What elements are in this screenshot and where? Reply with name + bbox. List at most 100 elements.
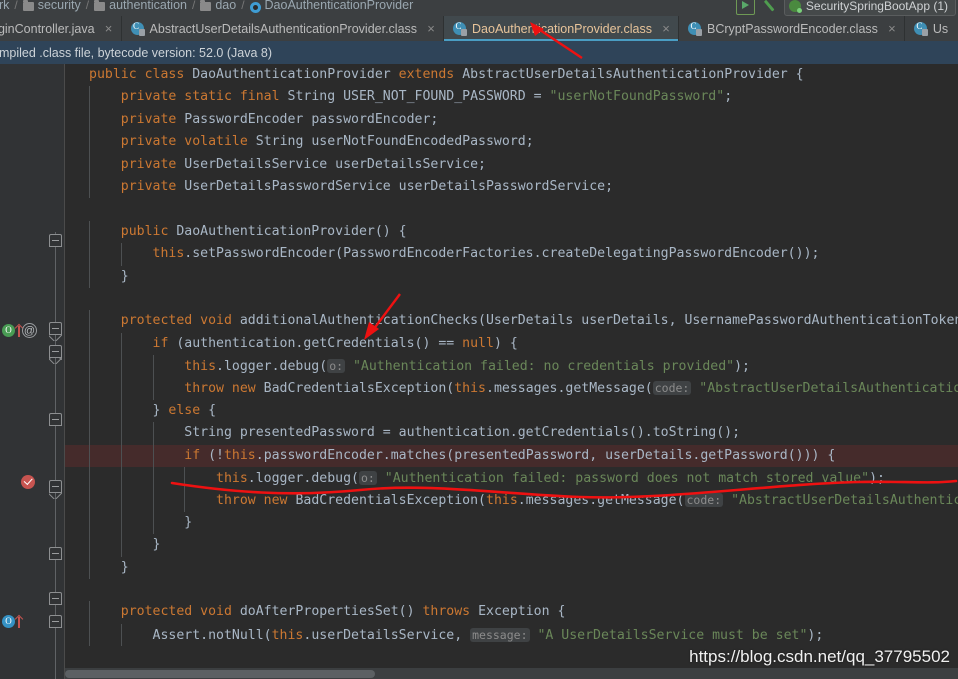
- indent-guide: [152, 511, 154, 535]
- code-token: doAfterPropertiesSet(): [239, 604, 423, 620]
- scrollbar-thumb[interactable]: [65, 670, 375, 678]
- horizontal-scrollbar[interactable]: [65, 668, 958, 679]
- breadcrumb-separator: /: [241, 0, 245, 12]
- hammer-icon[interactable]: [758, 0, 781, 16]
- close-icon[interactable]: ×: [426, 22, 436, 35]
- code-token: this: [184, 359, 217, 375]
- code-line: throw new BadCredentialsException(this.m…: [65, 377, 958, 400]
- code-token: class: [144, 67, 193, 82]
- breadcrumb-item-0[interactable]: ork: [0, 0, 9, 12]
- run-configuration-selector[interactable]: SecuritySpringBootApp (1): [783, 0, 956, 16]
- breadcrumb-label: dao: [215, 0, 237, 12]
- code-token: "A UserDetailsService must be set": [529, 627, 808, 643]
- code-line: private UserDetailsService userDetailsSe…: [65, 153, 958, 176]
- code-token: private: [120, 134, 185, 150]
- close-icon[interactable]: ×: [661, 22, 671, 35]
- override-icon: O: [2, 615, 15, 628]
- code-token: this: [223, 447, 256, 463]
- fold-toggle[interactable]: [49, 413, 62, 426]
- override-marker-additional-authentication-checks[interactable]: O: [2, 324, 23, 337]
- folder-icon: [94, 0, 106, 11]
- code-token: );: [734, 359, 750, 375]
- code-line: this.setPasswordEncoder(PasswordEncoderF…: [65, 243, 958, 266]
- code-token: {: [208, 402, 217, 418]
- class-file-icon: [130, 21, 145, 36]
- code-text-area[interactable]: public class DaoAuthenticationProvider e…: [65, 64, 958, 679]
- editor-gutter[interactable]: O @ O: [0, 64, 46, 679]
- code-line: }: [65, 534, 958, 557]
- code-folding-strip[interactable]: [46, 64, 65, 679]
- fold-toggle[interactable]: [49, 615, 62, 628]
- code-token: );: [807, 627, 824, 643]
- code-token: throw: [184, 381, 232, 397]
- breadcrumb-item-2[interactable]: authentication: [94, 0, 187, 12]
- breadcrumb-item-1[interactable]: security: [22, 0, 81, 12]
- code-line: throw new BadCredentialsException(this.m…: [65, 489, 958, 512]
- breadcrumb-item-4[interactable]: DaoAuthenticationProvider: [249, 0, 414, 13]
- close-icon[interactable]: ×: [887, 22, 897, 35]
- code-token: protected: [120, 313, 201, 329]
- code-line-text: String presentedPassword = authenticatio…: [184, 425, 740, 440]
- run-configuration-label: SecuritySpringBootApp (1): [805, 0, 948, 13]
- annotation-at-marker[interactable]: @: [22, 323, 37, 338]
- fold-end-marker: [49, 493, 62, 499]
- fold-toggle[interactable]: [49, 592, 62, 605]
- code-token: this: [486, 493, 518, 509]
- code-token: .logger.debug(: [216, 359, 328, 375]
- fold-toggle[interactable]: [49, 547, 62, 560]
- breadcrumb-label: DaoAuthenticationProvider: [264, 0, 414, 12]
- code-token: .passwordEncoder.matches(presentedPasswo…: [255, 447, 836, 463]
- tab-user-truncated[interactable]: Us: [904, 16, 958, 41]
- code-line: protected void doAfterPropertiesSet() th…: [65, 601, 958, 624]
- breakpoint-verified-icon[interactable]: [21, 475, 35, 489]
- code-token: PasswordEncoder passwordEncoder;: [184, 111, 439, 127]
- code-token: .userDetailsService,: [303, 627, 471, 643]
- tab-abstract-user-details-authentication-provider[interactable]: AbstractUserDetailsAuthenticationProvide…: [121, 16, 445, 41]
- indent-guide: [89, 175, 90, 199]
- override-marker-do-after-properties-set[interactable]: O: [2, 615, 23, 628]
- code-token: .setPasswordEncoder(PasswordEncoderFacto…: [184, 246, 820, 262]
- fold-end-marker: [49, 358, 62, 364]
- tab-login-controller[interactable]: oginController.java ×: [0, 16, 122, 41]
- indent-guide: [89, 601, 90, 624]
- breadcrumb-item-3[interactable]: dao: [200, 0, 236, 12]
- inlay-parameter-hint: o:: [358, 471, 377, 486]
- tab-dao-authentication-provider[interactable]: DaoAuthenticationProvider.class ×: [444, 16, 679, 41]
- code-line-text: private UserDetailsService userDetailsSe…: [121, 157, 486, 172]
- run-icon[interactable]: [735, 0, 755, 15]
- code-line: if (authentication.getCredentials() == n…: [65, 332, 958, 356]
- fold-toggle[interactable]: [49, 322, 62, 335]
- code-token: else: [168, 402, 209, 418]
- indent-guide: [152, 467, 154, 490]
- close-icon[interactable]: ×: [104, 22, 114, 35]
- top-toolbar-strip: ork / security / authentication / dao / …: [0, 0, 958, 16]
- code-line-text: throw new BadCredentialsException(this.m…: [184, 381, 958, 396]
- tab-label: Us: [932, 21, 949, 36]
- fold-toggle[interactable]: [49, 480, 62, 493]
- code-token: this: [454, 381, 486, 397]
- code-line-text: }: [121, 560, 129, 575]
- indent-guide: [89, 422, 90, 445]
- fold-toggle[interactable]: [49, 234, 62, 247]
- tab-label: BCryptPasswordEncoder.class: [707, 21, 878, 36]
- tab-bcrypt-password-encoder[interactable]: BCryptPasswordEncoder.class ×: [679, 16, 905, 41]
- indent-guide: [120, 399, 122, 423]
- code-token: this: [216, 471, 248, 487]
- code-line-text: }: [153, 537, 161, 552]
- code-line-text: Assert.notNull(this.userDetailsService, …: [153, 627, 824, 643]
- code-line: }: [65, 511, 958, 535]
- code-token: Exception {: [478, 604, 566, 620]
- code-token: }: [152, 402, 169, 418]
- indent-guide: [89, 511, 90, 535]
- code-token: .messages.getMessage(: [486, 381, 653, 397]
- code-token: AbstractUserDetailsAuthenticationProvide…: [462, 67, 804, 82]
- code-token: "AbstractUserDetailsAuthenticat: [723, 493, 958, 509]
- code-token: public: [120, 223, 177, 239]
- indent-guide: [89, 310, 90, 333]
- code-line-text: } else {: [153, 403, 217, 418]
- toolbar-right-group: SecuritySpringBootApp (1): [735, 0, 956, 16]
- code-token: "Authentication failed: no credentials p…: [345, 359, 735, 375]
- fold-toggle[interactable]: [49, 345, 62, 358]
